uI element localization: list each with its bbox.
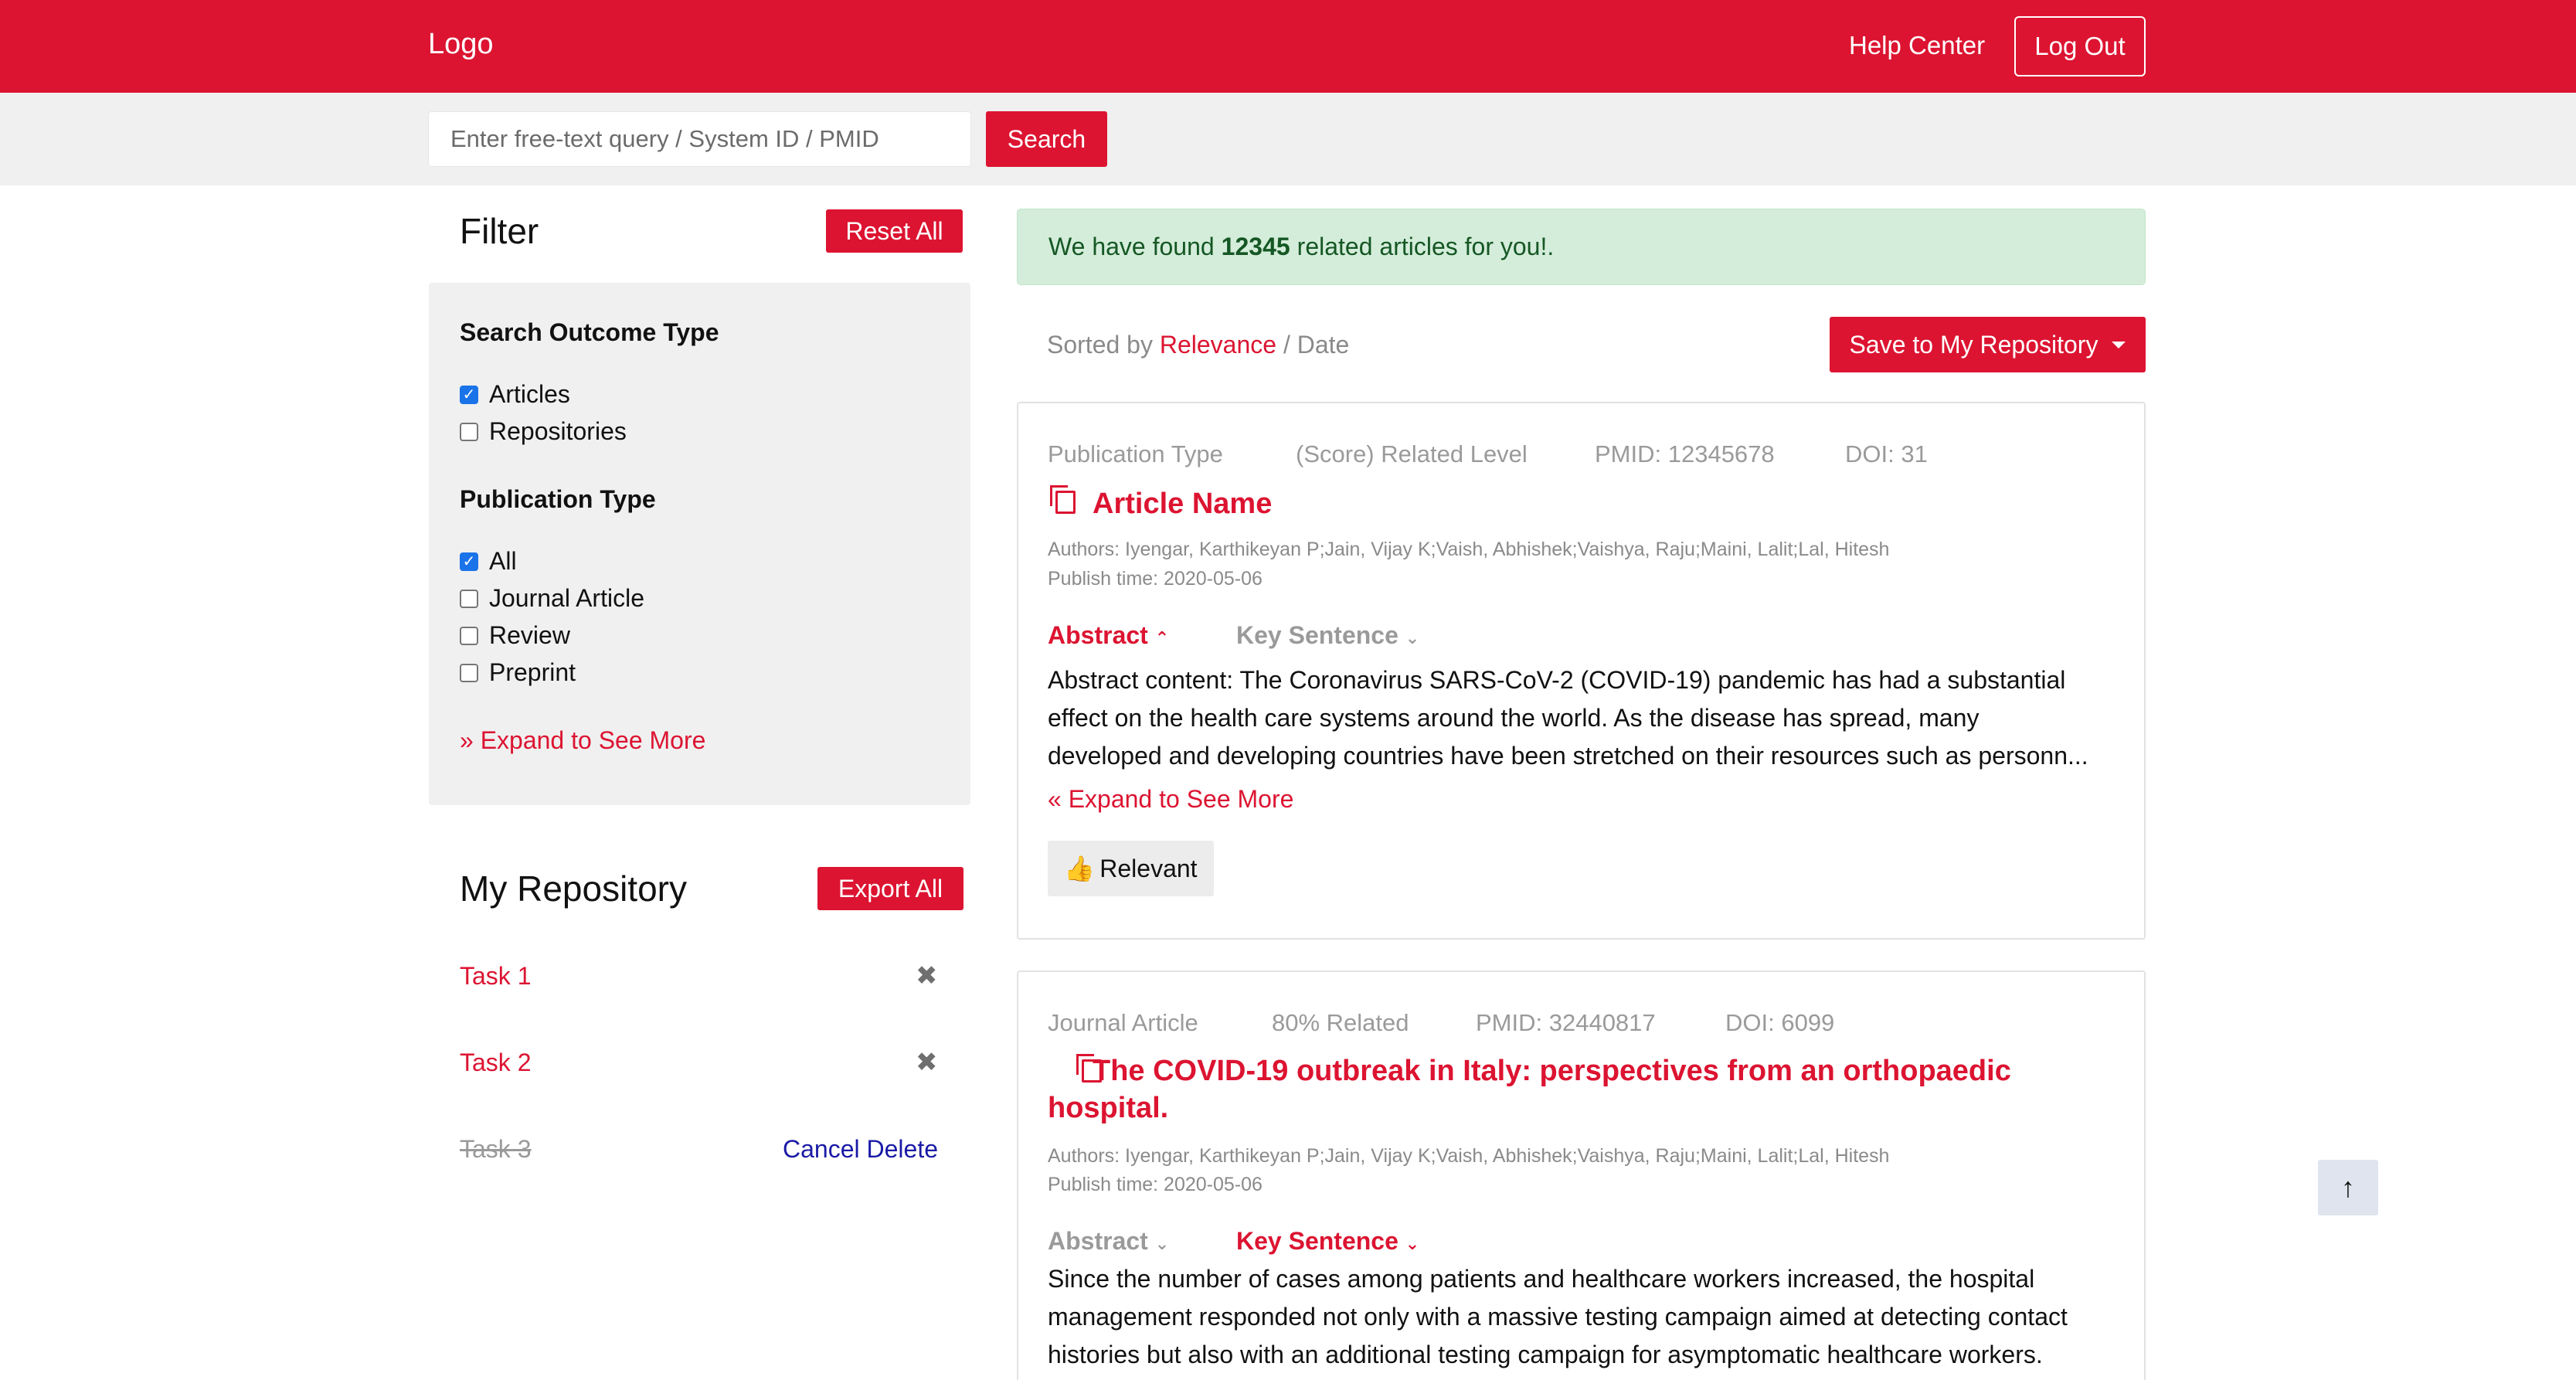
key-sentence-line: Since the number of cases among patients… — [1048, 1265, 2035, 1293]
help-center-link[interactable]: Help Center — [1849, 31, 1985, 60]
filter-expand-link[interactable]: » Expand to See More — [460, 726, 705, 755]
publish-time: Publish time: 2020-05-06 — [1048, 568, 1263, 590]
checkbox-label: Repositories — [489, 417, 627, 445]
sort-date-link[interactable]: Date — [1297, 331, 1350, 359]
tab-key-sentence[interactable]: Key Sentence ⌄ — [1236, 621, 1419, 650]
checkbox-preprint[interactable]: Preprint — [460, 658, 576, 687]
checkbox-label: All — [489, 547, 517, 575]
pmid: PMID: 32440817 — [1476, 1009, 1656, 1036]
tab-key-sentence[interactable]: Key Sentence ⌄ — [1236, 1227, 1419, 1256]
reset-all-button[interactable]: Reset All — [826, 209, 963, 253]
search-bar-strip — [0, 93, 2576, 185]
double-chevron-up-icon: « — [1048, 785, 1062, 813]
key-sentence-line: histories but also with an additional te… — [1048, 1341, 2043, 1368]
expand-label: Expand to See More — [480, 726, 706, 754]
checkbox-icon[interactable] — [460, 552, 478, 571]
title-line: The COVID-19 outbreak in Italy: perspect… — [1093, 1055, 2011, 1087]
abstract-line: developed and developing countries have … — [1048, 742, 2088, 770]
related-level: (Score) Related Level — [1296, 440, 1528, 467]
search-input[interactable] — [428, 111, 971, 167]
sort-relevance-link[interactable]: Relevance — [1160, 331, 1276, 359]
relevant-label: Relevant — [1099, 854, 1198, 882]
checkbox-icon[interactable] — [460, 385, 478, 404]
checkbox-articles[interactable]: Articles — [460, 380, 570, 409]
article-title[interactable]: Article Name — [1093, 485, 1272, 522]
alert-suffix: related articles for you!. — [1296, 233, 1555, 260]
tab-label: Abstract — [1048, 621, 1148, 649]
my-repository-title: My Repository — [460, 868, 687, 909]
checkbox-icon[interactable] — [460, 663, 478, 682]
copy-icon[interactable] — [1050, 485, 1076, 514]
tab-label: Abstract — [1048, 1227, 1148, 1255]
tab-abstract[interactable]: Abstract ⌃ — [1048, 621, 1169, 650]
logo[interactable]: Logo — [428, 28, 494, 61]
alert-prefix: We have found — [1048, 233, 1215, 260]
checkbox-repositories[interactable]: Repositories — [460, 417, 627, 446]
search-button[interactable]: Search — [986, 111, 1107, 167]
repository-task-2[interactable]: Task 2 — [460, 1049, 531, 1077]
publish-time: Publish time: 2020-05-06 — [1048, 1174, 1263, 1195]
top-navbar — [0, 0, 2576, 93]
close-icon[interactable]: ✖ — [916, 960, 938, 991]
filter-title: Filter — [460, 211, 539, 251]
relevant-button[interactable]: 👍 Relevant — [1048, 841, 1214, 896]
abstract-line: effect on the health care systems around… — [1048, 704, 1980, 732]
chevron-down-icon: ⌄ — [1154, 1234, 1170, 1253]
tab-abstract[interactable]: Abstract ⌄ — [1048, 1227, 1169, 1256]
chevron-down-icon: ⌄ — [1405, 628, 1420, 648]
checkbox-label: Preprint — [489, 658, 576, 686]
search-outcome-heading: Search Outcome Type — [460, 318, 719, 346]
abstract-line: Abstract content: The Coronavirus SARS-C… — [1048, 666, 2066, 694]
checkbox-label: Journal Article — [489, 584, 644, 612]
double-chevron-down-icon: » — [460, 726, 474, 754]
save-label: Save to My Repository — [1849, 330, 2099, 359]
checkbox-label: Articles — [489, 380, 570, 408]
cancel-delete-link[interactable]: Cancel Delete — [783, 1135, 938, 1164]
checkbox-label: Review — [489, 621, 570, 649]
sort-separator: / — [1276, 331, 1297, 359]
sorted-by-label: Sorted by — [1047, 331, 1153, 359]
pmid: PMID: 12345678 — [1595, 440, 1775, 467]
checkbox-icon[interactable] — [460, 422, 478, 441]
export-all-button[interactable]: Export All — [817, 867, 963, 910]
save-to-repository-dropdown[interactable]: Save to My Repository — [1830, 317, 2146, 372]
article-authors: Authors: Iyengar, Karthikeyan P;Jain, Vi… — [1048, 1145, 1890, 1167]
repository-task-1[interactable]: Task 1 — [460, 962, 531, 991]
checkbox-icon[interactable] — [460, 589, 478, 608]
related-level: 80% Related — [1272, 1009, 1409, 1036]
chevron-down-icon: ⌄ — [1405, 1234, 1420, 1253]
arrow-up-icon: ↑ — [2341, 1171, 2355, 1203]
article-title[interactable]: The COVID-19 outbreak in Italy: perspect… — [1048, 1052, 2114, 1127]
doi: DOI: 6099 — [1725, 1009, 1835, 1036]
publication-type: Journal Article — [1048, 1009, 1198, 1036]
caret-down-icon — [2112, 341, 2126, 348]
tab-label: Key Sentence — [1236, 621, 1398, 649]
log-out-button[interactable]: Log Out — [2014, 16, 2146, 76]
publication-type-heading: Publication Type — [460, 485, 656, 513]
title-line: hospital. — [1048, 1092, 1169, 1124]
repository-task-3: Task 3 — [460, 1135, 532, 1163]
sort-control: Sorted by Relevance / Date — [1047, 331, 1349, 359]
tab-label: Key Sentence — [1236, 1227, 1398, 1255]
abstract-expand-link[interactable]: « Expand to See More — [1048, 785, 1293, 814]
doi: DOI: 31 — [1845, 440, 1928, 467]
results-alert: We have found 12345 related articles for… — [1017, 209, 2146, 285]
article-authors: Authors: Iyengar, Karthikeyan P;Jain, Vi… — [1048, 539, 1890, 560]
abstract-text: Abstract content: The Coronavirus SARS-C… — [1048, 661, 2129, 775]
checkbox-icon[interactable] — [460, 626, 478, 645]
publication-type: Publication Type — [1048, 440, 1223, 467]
checkbox-journal-article[interactable]: Journal Article — [460, 584, 644, 613]
close-icon[interactable]: ✖ — [916, 1047, 938, 1078]
checkbox-all[interactable]: All — [460, 547, 517, 576]
expand-label: Expand to See More — [1068, 785, 1294, 813]
thumbs-up-icon: 👍 — [1064, 855, 1096, 882]
key-sentence-line: management responded not only with a mas… — [1048, 1303, 2068, 1331]
back-to-top-button[interactable]: ↑ — [2318, 1160, 2378, 1215]
key-sentence-text: Since the number of cases among patients… — [1048, 1260, 2129, 1374]
result-count: 12345 — [1221, 233, 1290, 260]
checkbox-review[interactable]: Review — [460, 621, 570, 650]
chevron-up-icon: ⌃ — [1154, 628, 1170, 648]
